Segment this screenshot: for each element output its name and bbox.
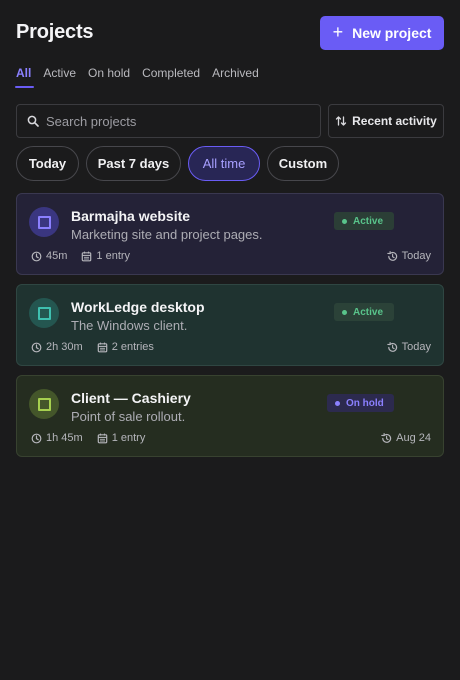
new-project-button[interactable]: + New project [320,16,444,50]
chip-custom[interactable]: Custom [267,146,339,181]
chip-today[interactable]: Today [16,146,79,181]
project-name: Barmajha website [71,208,191,224]
history-icon [386,250,398,262]
entries: 1 entry [81,250,130,262]
last-updated: Today [386,341,431,353]
tab-on-hold[interactable]: On hold [88,66,130,86]
calendar-icon [97,342,108,353]
updated-value: Today [401,341,431,353]
sort-button[interactable]: Recent activity [328,104,444,138]
chip-past-7-days[interactable]: Past 7 days [86,146,181,181]
duration: 45m [31,250,67,262]
status-label: On hold [346,397,384,409]
status-dot-icon [335,400,340,406]
tab-completed[interactable]: Completed [142,66,200,86]
updated-value: Today [401,250,431,262]
search-icon [27,115,39,127]
status-tabs: All Active On hold Completed Archived [14,66,259,88]
project-name: WorkLedge desktop [71,299,205,315]
status-badge: Active [334,303,394,321]
status-label: Active [353,215,384,227]
header: Projects + New project [16,16,444,50]
project-icon [29,207,59,237]
search-box [16,104,321,138]
project-card[interactable]: Client — Cashiery Point of sale rollout.… [16,375,444,457]
project-description: Marketing site and project pages. [71,227,263,242]
last-updated: Aug 24 [381,432,431,444]
status-badge: Active [334,212,394,230]
project-meta: 1h 45m 1 entry [31,432,145,444]
entries: 1 entry [97,432,146,444]
project-description: Point of sale rollout. [71,409,186,424]
entries: 2 entries [97,341,154,353]
entries-value: 1 entry [111,432,146,444]
project-name: Client — Cashiery [71,390,191,406]
history-icon [381,432,392,444]
chip-all-time[interactable]: All time [188,146,260,181]
history-icon [386,341,398,353]
project-card[interactable]: WorkLedge desktop The Windows client. Ac… [16,284,444,366]
last-updated: Today [386,250,431,262]
new-project-label: New project [352,25,432,41]
duration-value: 45m [46,250,68,262]
status-dot-icon [342,309,347,315]
clock-icon [31,433,42,444]
search-input[interactable] [46,113,296,129]
calendar-icon [81,251,92,262]
updated-value: Aug 24 [396,432,431,444]
page-title: Projects [16,21,94,43]
tab-all[interactable]: All [14,66,35,88]
project-meta: 45m 1 entry [31,250,130,262]
status-label: Active [353,306,384,318]
project-description: The Windows client. [71,318,188,333]
duration-value: 1h 45m [46,432,83,444]
project-card[interactable]: Barmajha website Marketing site and proj… [16,193,444,275]
tab-active[interactable]: Active [43,66,76,86]
tab-archived[interactable]: Archived [212,66,259,86]
project-icon [29,389,59,419]
project-icon [29,298,59,328]
plus-icon: + [332,22,344,42]
duration: 2h 30m [31,341,83,353]
project-meta: 2h 30m 2 entries [31,341,154,353]
duration: 1h 45m [31,432,83,444]
sort-icon [335,115,347,127]
status-badge: On hold [327,394,394,412]
entries-value: 1 entry [96,250,131,262]
sort-label: Recent activity [352,114,437,128]
duration-value: 2h 30m [46,341,83,353]
clock-icon [31,251,42,262]
status-dot-icon [342,218,347,224]
date-filter-chips: Today Past 7 days All time Custom [16,146,339,181]
calendar-icon [97,433,108,444]
entries-value: 2 entries [111,341,154,353]
clock-icon [31,342,42,353]
